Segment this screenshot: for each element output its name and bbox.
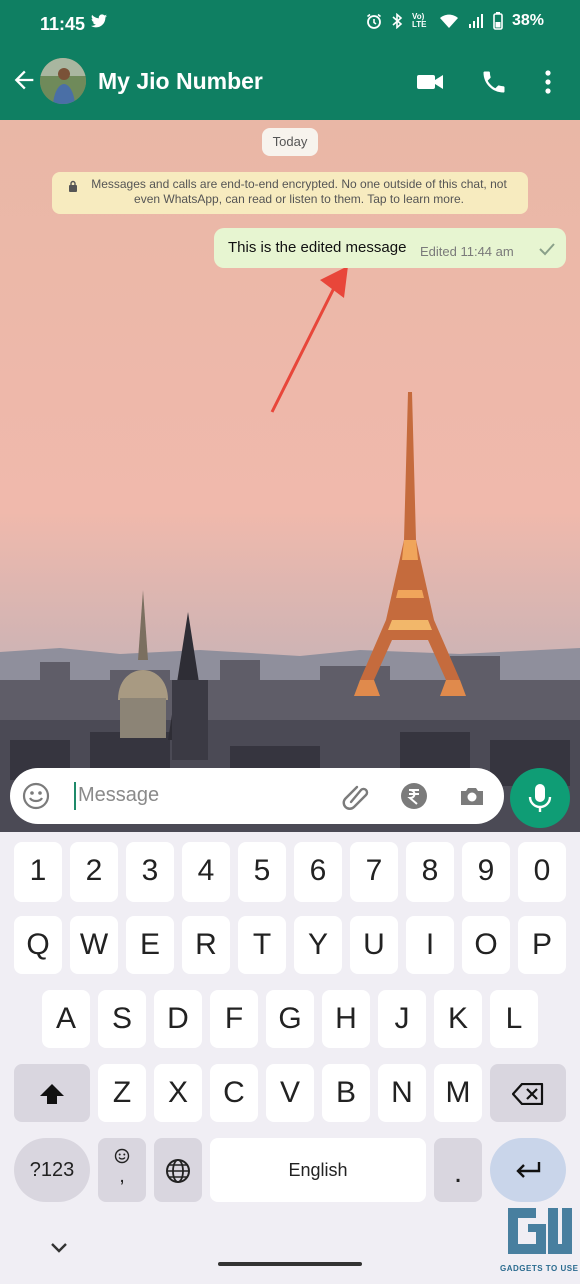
alarm-icon: [366, 13, 381, 29]
video-call-icon[interactable]: [416, 68, 444, 96]
key-e[interactable]: E: [126, 916, 174, 974]
key-u[interactable]: U: [350, 916, 398, 974]
camera-icon[interactable]: [458, 782, 486, 810]
key-8[interactable]: 8: [406, 842, 454, 902]
keyboard-hide-chevron-icon[interactable]: [50, 1242, 68, 1254]
message-meta: Edited 11:44 am: [420, 244, 514, 259]
bluetooth-icon: [392, 13, 403, 29]
key-i[interactable]: I: [406, 916, 454, 974]
key-m[interactable]: M: [434, 1064, 482, 1122]
screen: 11:45 Vo) LTE 38% My Jio Number Today Me…: [0, 0, 580, 1284]
key-3[interactable]: 3: [126, 842, 174, 902]
outgoing-message-bubble[interactable]: This is the edited message Edited 11:44 …: [214, 228, 566, 268]
back-arrow-icon[interactable]: [10, 66, 38, 94]
key-p[interactable]: P: [518, 916, 566, 974]
key-k[interactable]: K: [434, 990, 482, 1048]
space-bar[interactable]: English: [210, 1138, 426, 1202]
status-icons: Vo) LTE 38%: [366, 12, 544, 30]
watermark-text: GADGETS TO USE: [500, 1264, 579, 1273]
chat-wallpaper: [0, 120, 580, 832]
key-t[interactable]: T: [238, 916, 286, 974]
key-b[interactable]: B: [322, 1064, 370, 1122]
shift-key[interactable]: [14, 1064, 90, 1122]
emoji-icon[interactable]: [22, 782, 50, 810]
key-h[interactable]: H: [322, 990, 370, 1048]
key-g[interactable]: G: [266, 990, 314, 1048]
backspace-key[interactable]: [490, 1064, 566, 1122]
key-v[interactable]: V: [266, 1064, 314, 1122]
message-composer[interactable]: Message: [10, 768, 504, 824]
language-key[interactable]: [154, 1138, 202, 1202]
attach-icon[interactable]: [342, 782, 370, 810]
message-input[interactable]: Message: [78, 784, 159, 807]
key-1[interactable]: 1: [14, 842, 62, 902]
key-7[interactable]: 7: [350, 842, 398, 902]
battery-percent: 38%: [511, 12, 544, 29]
key-n[interactable]: N: [378, 1064, 426, 1122]
battery-icon: [493, 12, 503, 30]
globe-icon: [166, 1159, 190, 1184]
status-time: 11:45: [40, 14, 86, 34]
emoji-small-icon: [114, 1148, 130, 1164]
backspace-icon: [512, 1083, 544, 1106]
contact-name[interactable]: My Jio Number: [98, 68, 263, 95]
key-z[interactable]: Z: [98, 1064, 146, 1122]
enter-key[interactable]: [490, 1138, 566, 1202]
chat-area[interactable]: Today Messages and calls are end-to-end …: [0, 120, 580, 832]
key-5[interactable]: 5: [238, 842, 286, 902]
single-tick-icon: [539, 243, 555, 256]
key-c[interactable]: C: [210, 1064, 258, 1122]
key-x[interactable]: X: [154, 1064, 202, 1122]
emoji-comma-key[interactable]: ,: [98, 1138, 146, 1202]
wifi-icon: [439, 14, 458, 28]
key-9[interactable]: 9: [462, 842, 510, 902]
key-4[interactable]: 4: [182, 842, 230, 902]
key-6[interactable]: 6: [294, 842, 342, 902]
key-a[interactable]: A: [42, 990, 90, 1048]
message-text: This is the edited message: [228, 239, 407, 256]
shift-arrow-icon: [40, 1084, 64, 1105]
key-s[interactable]: S: [98, 990, 146, 1048]
comma-label: ,: [119, 1165, 125, 1187]
key-r[interactable]: R: [182, 916, 230, 974]
symbols-key[interactable]: ?123: [14, 1138, 90, 1202]
key-q[interactable]: Q: [14, 916, 62, 974]
text-cursor: [74, 782, 76, 810]
key-0[interactable]: 0: [518, 842, 566, 902]
key-l[interactable]: L: [490, 990, 538, 1048]
phone-icon[interactable]: [480, 68, 508, 96]
enter-arrow-icon: [516, 1162, 541, 1178]
encryption-notice[interactable]: Messages and calls are end-to-end encryp…: [52, 172, 528, 214]
voice-message-button[interactable]: [510, 768, 570, 828]
key-2[interactable]: 2: [70, 842, 118, 902]
microphone-icon: [528, 784, 552, 812]
app-header: 11:45 Vo) LTE 38% My Jio Number: [0, 0, 580, 120]
rupee-payment-icon[interactable]: [400, 782, 428, 810]
key-o[interactable]: O: [462, 916, 510, 974]
key-d[interactable]: D: [154, 990, 202, 1048]
encryption-notice-text: Messages and calls are end-to-end encryp…: [91, 177, 507, 206]
more-options-icon[interactable]: [534, 68, 562, 96]
on-screen-keyboard: 1 2 3 4 5 6 7 8 9 0 Q W E R T Y U I O P …: [0, 832, 580, 1284]
key-y[interactable]: Y: [294, 916, 342, 974]
signal-icon: [468, 14, 483, 28]
period-key[interactable]: .: [434, 1138, 482, 1202]
chat-header: My Jio Number: [0, 46, 580, 120]
twitter-icon: [91, 14, 107, 28]
status-bar: 11:45 Vo) LTE 38%: [0, 0, 580, 46]
key-w[interactable]: W: [70, 916, 118, 974]
avatar-image: [40, 58, 86, 104]
volte-label: Vo) LTE: [411, 12, 427, 29]
key-f[interactable]: F: [210, 990, 258, 1048]
lock-icon: [69, 180, 77, 192]
contact-avatar[interactable]: [40, 58, 86, 104]
gesture-home-bar[interactable]: [218, 1262, 362, 1266]
key-j[interactable]: J: [378, 990, 426, 1048]
date-chip: Today: [262, 128, 318, 156]
